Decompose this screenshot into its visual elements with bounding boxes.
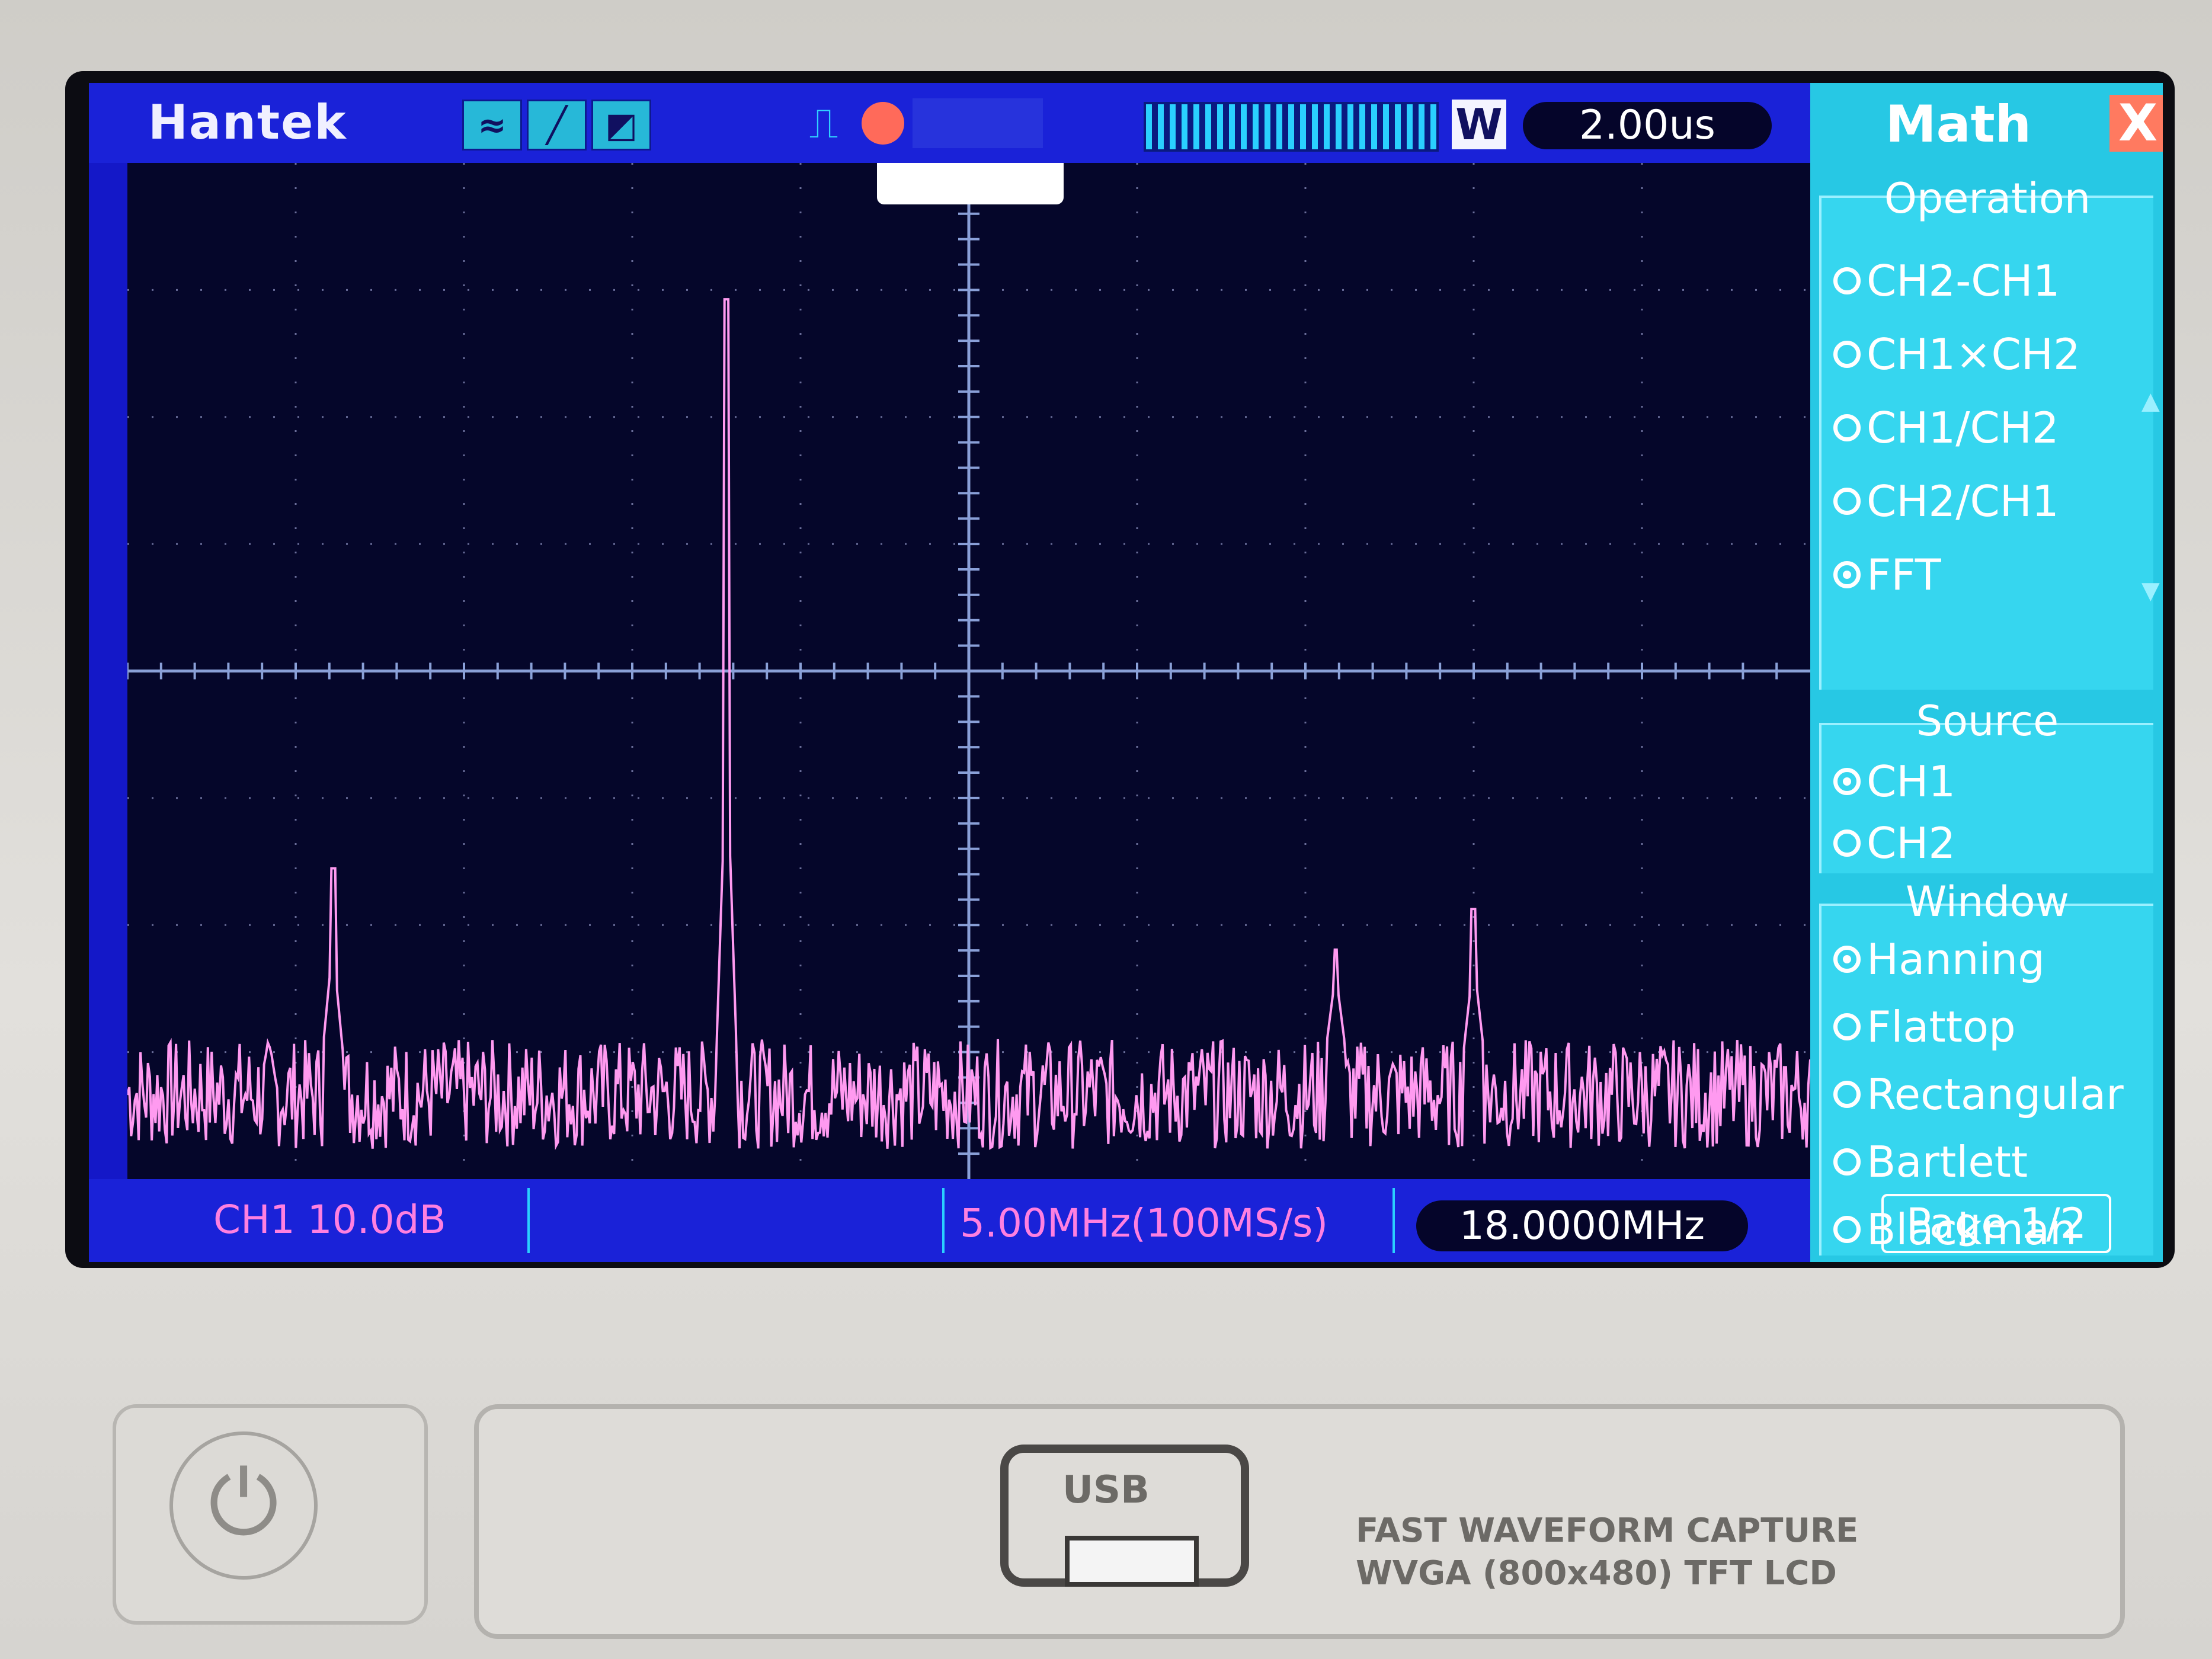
tagline-line2: WVGA (800x480) TFT LCD [1356,1554,1837,1593]
timebase-readout: 2.00us [1523,102,1772,149]
usb-port [1000,1445,1249,1587]
fft-plot-svg [127,163,1810,1179]
radio-icon [1833,1081,1861,1108]
trigger-indicator [913,98,1043,148]
display-mode-icon: ◩ [591,100,651,150]
menu-title: Math [1886,95,2031,154]
radio-selected-icon [1833,946,1861,973]
radio-icon [1833,414,1861,441]
front-panel: USB FAST WAVEFORM CAPTURE WVGA (800x480)… [474,1404,2125,1639]
trigger-edge-icon: ⎍ [809,99,838,148]
status-bar: CH1 10.0dB 5.00MHz(100MS/s) 18.0000MHz [89,1179,1810,1262]
scroll-down-icon[interactable]: ▼ [2141,577,2160,604]
window-option-label: Rectangular [1867,1069,2124,1119]
radio-icon [1833,267,1861,294]
close-button[interactable]: X [2109,95,2163,152]
radio-icon [1833,1216,1861,1243]
status-divider [942,1188,945,1253]
scroll-up-icon[interactable]: ▲ [2141,387,2160,415]
trigger-position-marker[interactable] [877,163,1064,204]
radio-selected-icon [1833,561,1861,588]
usb-slot [1065,1536,1199,1587]
radio-icon [1833,488,1861,515]
tagline-line1: FAST WAVEFORM CAPTURE [1356,1511,1859,1550]
source-option-label: CH2 [1867,818,1956,868]
radio-icon [1833,1148,1861,1176]
operation-option-label: CH1×CH2 [1867,329,2080,379]
operation-option-label: FFT [1867,550,1941,600]
trigger-frequency: 18.0000MHz [1416,1200,1748,1251]
channel-scale: CH1 10.0dB [213,1197,446,1242]
radio-selected-icon [1833,768,1861,795]
operation-option-label: CH1/CH2 [1867,403,2059,453]
top-bar: Hantek ≈ ╱ ◩ ⎍ W 2.00us [89,83,1810,163]
page-button[interactable]: Page 1/2 [1881,1194,2111,1253]
wave-mode-icon: ≈ [462,100,522,150]
power-icon: ⏻ [169,1431,318,1580]
oscilloscope-screen: Hantek ≈ ╱ ◩ ⎍ W 2.00us CH1 10.0dB 5.00M… [89,83,2163,1262]
fft-span: 5.00MHz(100MS/s) [960,1200,1329,1246]
status-divider [1392,1188,1395,1253]
operation-option[interactable]: FFT [1833,545,1941,604]
radio-icon [1833,830,1861,857]
source-option-label: CH1 [1867,757,1956,806]
radio-icon [1833,1013,1861,1040]
trigger-status: ⎍ [794,98,1043,148]
panel-tagline: FAST WAVEFORM CAPTURE WVGA (800x480) TFT… [1356,1510,1858,1595]
source-group: Source CH1 CH2 [1819,697,2153,873]
mode-icons: ≈ ╱ ◩ [462,100,651,150]
waveform-plot [127,163,1810,1179]
operation-option-label: CH2-CH1 [1867,256,2060,306]
window-option[interactable]: Rectangular [1833,1065,2124,1124]
window-option[interactable]: Hanning [1833,930,2045,989]
operation-option[interactable]: CH2-CH1 [1833,251,2060,310]
slope-mode-icon: ╱ [527,100,587,150]
source-option[interactable]: CH2 [1833,814,1955,873]
window-option[interactable]: Bartlett [1833,1132,2028,1192]
math-menu: Math X Operation CH2-CH1 CH1×CH2 CH1/CH2 CH… [1810,83,2163,1262]
operation-option[interactable]: CH1×CH2 [1833,325,2080,384]
brand-logo: Hantek [148,95,347,150]
source-option[interactable]: CH1 [1833,752,1955,811]
usb-label: USB [1062,1468,1150,1512]
operation-option[interactable]: CH2/CH1 [1833,472,2059,531]
run-status-icon [862,102,904,145]
window-option-label: Flattop [1867,1002,2016,1052]
operation-group: Operation CH2-CH1 CH1×CH2 CH1/CH2 CH2/CH1 FF… [1819,174,2160,690]
window-option-label: Hanning [1867,934,2045,984]
window-title: Window [1905,877,2069,926]
window-option-label: Bartlett [1867,1137,2028,1187]
operation-option[interactable]: CH1/CH2 [1833,398,2059,457]
operation-title: Operation [1884,174,2091,223]
memory-position-bar [1144,102,1439,152]
window-option[interactable]: Flattop [1833,997,2016,1056]
window-indicator: W [1452,100,1506,149]
power-button[interactable]: ⏻ [113,1404,428,1625]
operation-option-label: CH2/CH1 [1867,476,2059,526]
radio-icon [1833,341,1861,368]
status-divider [527,1188,530,1253]
source-title: Source [1916,697,2059,745]
